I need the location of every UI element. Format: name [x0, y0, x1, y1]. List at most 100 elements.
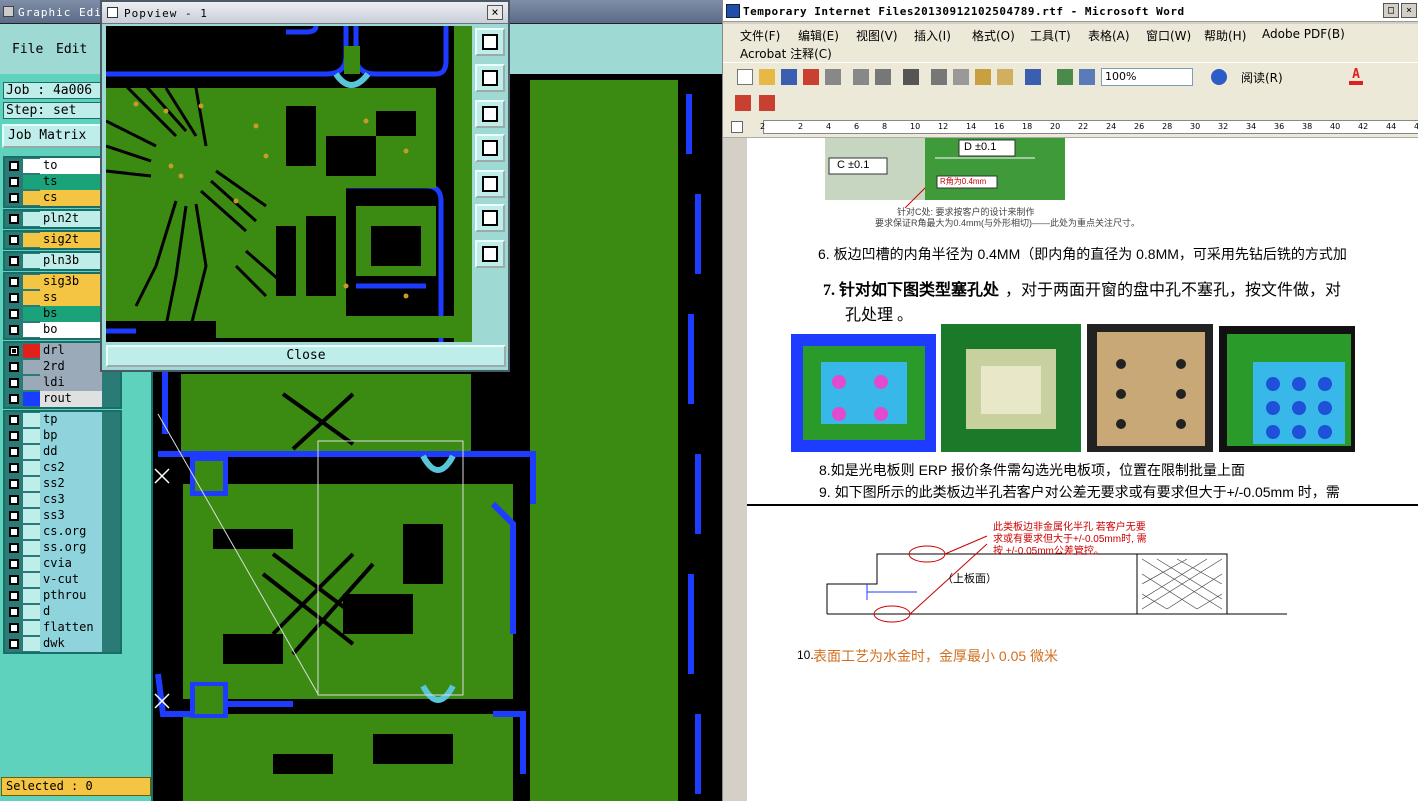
menu-edit-cn[interactable]: 编辑(E)	[798, 27, 839, 44]
pan-right-icon[interactable]	[475, 170, 505, 198]
layer-checkbox[interactable]	[9, 325, 19, 335]
layer-checkbox[interactable]	[9, 277, 19, 287]
layer-checkbox[interactable]	[9, 214, 19, 224]
layer-checkbox[interactable]	[9, 256, 19, 266]
word-maximize-icon[interactable]: □	[1383, 3, 1399, 18]
layer-row-d[interactable]: d	[5, 604, 120, 620]
menu-tools-cn[interactable]: 工具(T)	[1030, 27, 1071, 44]
layer-row-cs-org[interactable]: cs.org	[5, 524, 120, 540]
cut-icon[interactable]	[931, 69, 947, 85]
hyperlink-icon[interactable]	[1057, 69, 1073, 85]
undo-icon[interactable]	[1025, 69, 1041, 85]
layer-row-ldi[interactable]: ldi	[5, 375, 120, 391]
layer-checkbox[interactable]	[9, 309, 19, 319]
layer-color-swatch	[23, 637, 40, 651]
research-icon[interactable]	[903, 69, 919, 85]
print-preview-icon[interactable]	[853, 69, 869, 85]
layer-row-cs2[interactable]: cs2	[5, 460, 120, 476]
layer-row-cs3[interactable]: cs3	[5, 492, 120, 508]
popview-close-icon[interactable]: ×	[487, 5, 503, 20]
word-titlebar[interactable]: Temporary Internet Files2013091210250478…	[723, 0, 1418, 22]
zoom-select[interactable]: 100%	[1101, 68, 1193, 86]
pan-down-icon[interactable]	[475, 100, 505, 128]
layer-checkbox[interactable]	[9, 543, 19, 553]
layer-checkbox[interactable]	[9, 415, 19, 425]
layer-row-rout[interactable]: rout	[5, 391, 120, 407]
layer-checkbox[interactable]	[9, 177, 19, 187]
help-icon[interactable]	[1211, 69, 1227, 85]
zoom-in-icon[interactable]	[475, 204, 505, 232]
job-matrix-button[interactable]: Job Matrix	[2, 124, 102, 148]
layer-checkbox[interactable]	[9, 559, 19, 569]
format-painter-icon[interactable]	[997, 69, 1013, 85]
layer-checkbox[interactable]	[9, 639, 19, 649]
layer-row-v-cut[interactable]: v-cut	[5, 572, 120, 588]
save-icon[interactable]	[781, 69, 797, 85]
menu-window-cn[interactable]: 窗口(W)	[1146, 27, 1191, 44]
menu-view-cn[interactable]: 视图(V)	[856, 27, 898, 44]
copy-icon[interactable]	[953, 69, 969, 85]
read-mode-button[interactable]: 阅读(R)	[1241, 69, 1283, 86]
menu-table-cn[interactable]: 表格(A)	[1088, 27, 1130, 44]
convert-pdf-icon[interactable]	[735, 95, 751, 111]
layer-checkbox[interactable]	[9, 463, 19, 473]
popview-canvas[interactable]	[106, 26, 472, 342]
menu-file[interactable]: File	[12, 42, 43, 57]
pan-up-icon[interactable]	[475, 64, 505, 92]
table-icon[interactable]	[1079, 69, 1095, 85]
layer-row-cvia[interactable]: cvia	[5, 556, 120, 572]
layer-checkbox[interactable]	[9, 235, 19, 245]
layer-checkbox[interactable]	[9, 362, 19, 372]
layer-name: 2rd	[40, 359, 102, 375]
spelling-icon[interactable]	[875, 69, 891, 85]
menu-file-cn[interactable]: 文件(F)	[740, 27, 780, 44]
layer-checkbox[interactable]	[9, 378, 19, 388]
layer-row-pthrou[interactable]: pthrou	[5, 588, 120, 604]
zoom-fit-icon[interactable]	[475, 28, 505, 56]
zoom-out-icon[interactable]	[475, 240, 505, 268]
layer-row-ss2[interactable]: ss2	[5, 476, 120, 492]
print-icon[interactable]	[825, 69, 841, 85]
pdf-icon[interactable]	[803, 69, 819, 85]
layer-row-dwk[interactable]: dwk	[5, 636, 120, 652]
menu-help-cn[interactable]: 帮助(H)	[1204, 27, 1246, 44]
menu-insert-cn[interactable]: 插入(I)	[914, 27, 951, 44]
menu-format-cn[interactable]: 格式(O)	[972, 27, 1015, 44]
font-color-icon[interactable]: A	[1349, 68, 1363, 85]
pdf-email-icon[interactable]	[759, 95, 775, 111]
pan-left-icon[interactable]	[475, 134, 505, 162]
layer-checkbox[interactable]	[9, 495, 19, 505]
menu-edit[interactable]: Edit	[56, 42, 87, 57]
layer-row-tp[interactable]: tp	[5, 412, 120, 428]
menu-adobe-pdf[interactable]: Adobe PDF(B)	[1262, 27, 1345, 41]
layer-checkbox[interactable]	[9, 193, 19, 203]
layer-row-ss-org[interactable]: ss.org	[5, 540, 120, 556]
word-close-icon[interactable]: ×	[1401, 3, 1417, 18]
paste-icon[interactable]	[975, 69, 991, 85]
layer-color-swatch	[23, 191, 40, 205]
tab-stop-selector[interactable]	[731, 121, 743, 133]
layer-checkbox[interactable]	[9, 479, 19, 489]
layer-checkbox[interactable]	[9, 293, 19, 303]
layer-checkbox[interactable]	[9, 623, 19, 633]
popview-close-button[interactable]: Close	[106, 345, 506, 367]
layer-checkbox[interactable]	[9, 575, 19, 585]
layer-checkbox[interactable]	[9, 161, 19, 171]
layer-row-dd[interactable]: dd	[5, 444, 120, 460]
layer-row-bp[interactable]: bp	[5, 428, 120, 444]
open-icon[interactable]	[759, 69, 775, 85]
popview-titlebar[interactable]: Popview - 1 ×	[102, 2, 508, 24]
layer-checkbox[interactable]	[9, 447, 19, 457]
layer-checkbox[interactable]	[9, 527, 19, 537]
layer-checkbox[interactable]	[9, 394, 19, 404]
layer-checkbox[interactable]	[9, 607, 19, 617]
new-doc-icon[interactable]	[737, 69, 753, 85]
layer-row-flatten[interactable]: flatten	[5, 620, 120, 636]
layer-checkbox[interactable]	[9, 346, 19, 356]
menu-acrobat-comments[interactable]: Acrobat 注释(C)	[740, 45, 832, 62]
layer-row-ss3[interactable]: ss3	[5, 508, 120, 524]
document-page[interactable]: C ±0.1 D ±0.1 R角为0.4mm 针对C处: 要求按客户的设计来制作…	[747, 138, 1418, 801]
layer-checkbox[interactable]	[9, 591, 19, 601]
layer-checkbox[interactable]	[9, 431, 19, 441]
layer-checkbox[interactable]	[9, 511, 19, 521]
